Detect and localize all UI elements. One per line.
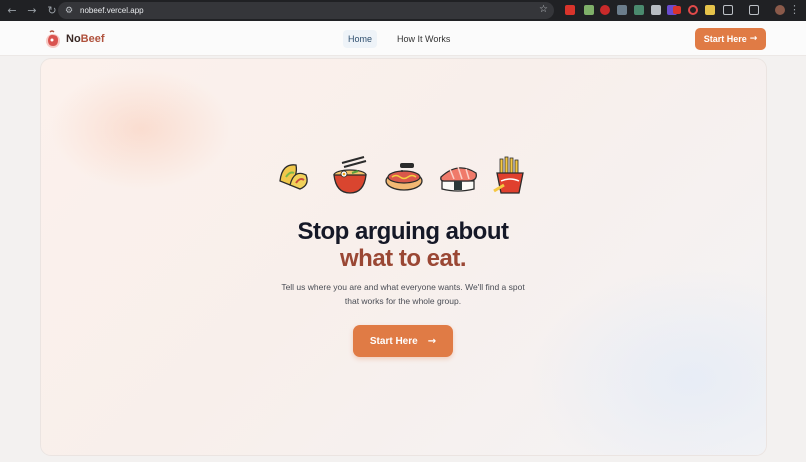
beef-logo-icon [44,29,62,49]
site-header: NoBeef Home How It Works Start Here → [0,21,806,56]
start-here-button[interactable]: Start Here → [353,325,453,357]
extension-icon[interactable] [617,5,627,15]
extension-icon[interactable] [651,5,661,15]
taco-icon [276,155,316,197]
food-illustrations [276,155,531,197]
extension-icon[interactable] [565,5,575,15]
hot-dog-icon [384,155,424,197]
start-here-label: Start Here [703,34,747,44]
start-here-label: Start Here [369,335,418,347]
sushi-icon [438,155,478,197]
puzzle-icon[interactable] [723,5,733,15]
arrow-right-icon: → [427,335,437,347]
start-here-header-button[interactable]: Start Here → [695,28,766,50]
extension-icon[interactable] [705,5,715,15]
logo-text: NoBeef [66,33,105,45]
hero-headline: Stop arguing about [297,218,509,245]
bookmark-star-icon[interactable]: ☆ [539,4,548,15]
menu-dots-icon[interactable]: ⋮ [789,3,800,16]
logo[interactable]: NoBeef [44,29,105,49]
browser-toolbar: ← → ↻ ⚙ nobeef.vercel.app ☆ ⋮ [0,0,806,21]
hero-subtext: Tell us where you are and what everyone … [281,282,525,306]
url-text: nobeef.vercel.app [80,6,144,15]
sidebar-icon[interactable] [749,5,759,15]
address-bar[interactable]: ⚙ nobeef.vercel.app ☆ [58,2,554,19]
extension-icon[interactable] [584,5,594,15]
hero-headline-accent: what to eat. [339,245,467,272]
extension-icon[interactable] [673,6,681,14]
back-arrow-icon[interactable]: ← [4,3,20,19]
site-info-icon[interactable]: ⚙ [63,5,75,17]
arrow-right-icon: → [749,34,758,44]
extension-icon[interactable] [688,5,698,15]
forward-arrow-icon[interactable]: → [24,3,40,19]
nav-home[interactable]: Home [343,30,378,48]
nav-how-it-works[interactable]: How It Works [397,30,450,48]
fries-icon [490,155,530,197]
extension-icon[interactable] [600,5,610,15]
extension-icon[interactable] [634,5,644,15]
ramen-icon [330,155,370,197]
avatar[interactable] [775,5,785,15]
